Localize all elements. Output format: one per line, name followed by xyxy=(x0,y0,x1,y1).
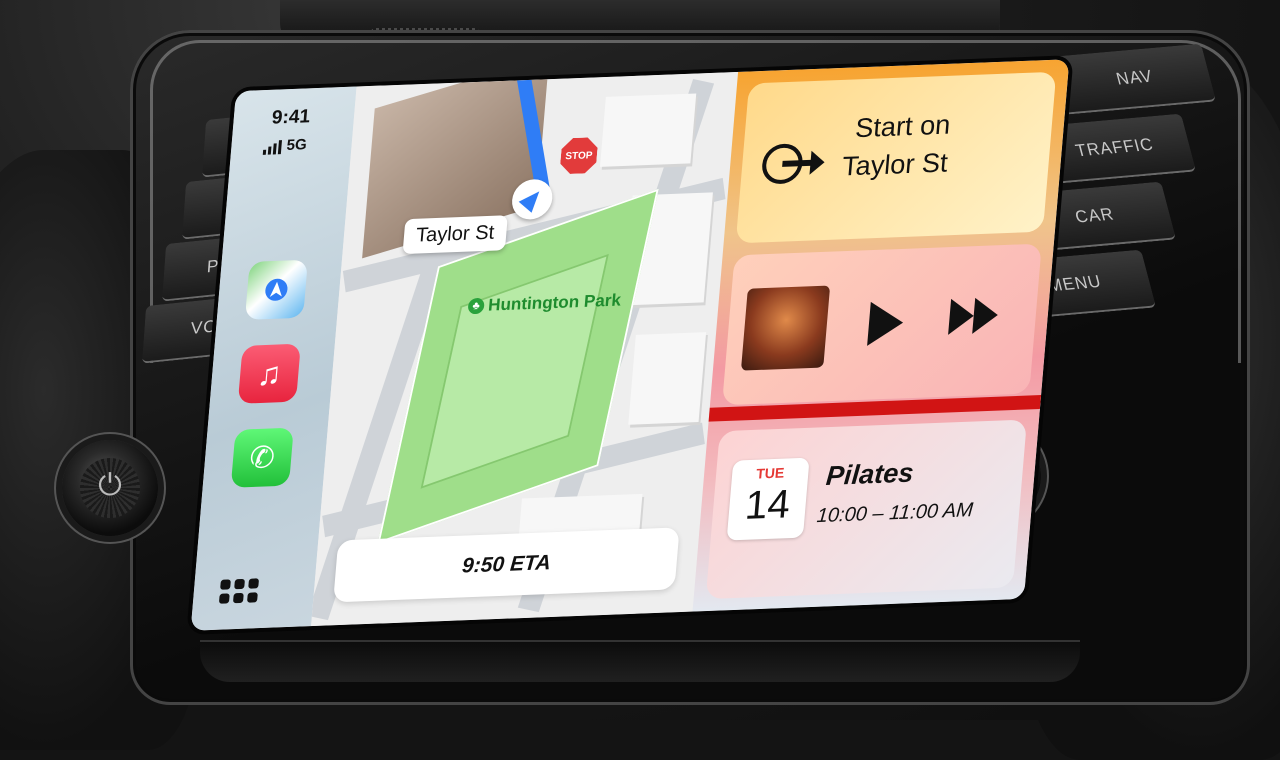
turn-arrow-icon xyxy=(757,136,826,200)
network-type: 5G xyxy=(285,136,308,154)
maps-icon[interactable] xyxy=(244,259,308,320)
map-building xyxy=(628,332,707,425)
power-volume-knob[interactable]: ⏻ xyxy=(62,440,158,536)
now-playing-widget[interactable] xyxy=(721,243,1042,406)
navigation-widget[interactable]: Start on Taylor St xyxy=(735,71,1057,244)
album-art[interactable] xyxy=(740,285,831,371)
map-building xyxy=(599,93,697,167)
street-label: Taylor St xyxy=(402,215,508,255)
event-title: Pilates xyxy=(824,457,915,491)
play-icon[interactable] xyxy=(867,300,905,346)
bezel-bottom-lip xyxy=(200,640,1080,682)
power-icon: ⏻ xyxy=(98,469,122,502)
calendar-weekday: TUE xyxy=(755,464,786,482)
calendar-icon: TUE 14 xyxy=(726,457,810,541)
eta-card[interactable]: 9:50 ETA xyxy=(333,527,680,603)
park-pin-icon: ♣ xyxy=(467,297,485,315)
signal-bars-icon xyxy=(262,140,283,155)
music-note-icon[interactable]: ♫ xyxy=(237,343,301,404)
navigation-instruction-line1: Start on xyxy=(854,109,952,144)
stop-sign-icon: STOP xyxy=(559,137,598,174)
widgets-column: Start on Taylor St TUE 14 Pilates 10:00 … xyxy=(692,59,1070,612)
carplay-screen: 9:41 5G ♫ ✆ STOP Taylor St ♣ Huntington … xyxy=(190,59,1070,631)
event-time: 10:00 – 11:00 AM xyxy=(815,499,974,528)
maps-arrow-icon xyxy=(265,278,288,301)
navigation-instruction-line2: Taylor St xyxy=(840,147,949,182)
calendar-day: 14 xyxy=(743,482,792,528)
phone-icon[interactable]: ✆ xyxy=(230,427,294,488)
maps-view[interactable]: STOP Taylor St ♣ Huntington Park 9:50 ET… xyxy=(311,71,739,627)
fast-forward-icon[interactable] xyxy=(948,297,1000,335)
status-time: 9:41 xyxy=(270,106,311,129)
cellular-status: 5G xyxy=(262,136,308,155)
grid-icon[interactable] xyxy=(218,578,260,604)
calendar-widget[interactable]: TUE 14 Pilates 10:00 – 11:00 AM xyxy=(705,419,1028,600)
